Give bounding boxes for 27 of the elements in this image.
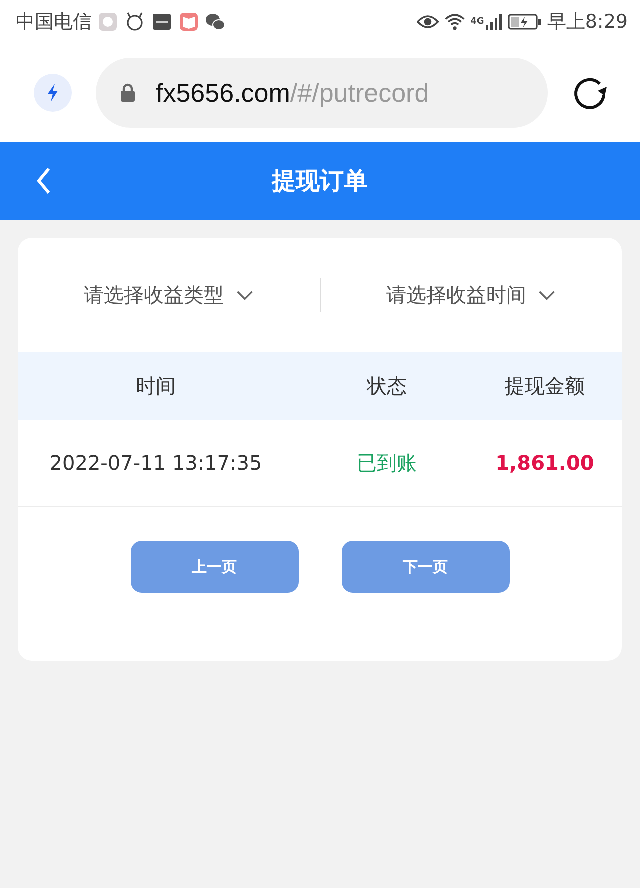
bolt-button[interactable] — [34, 74, 72, 112]
chevron-down-icon — [538, 290, 556, 300]
battery-icon — [508, 13, 542, 31]
filter-dropdown[interactable]: 请选择收益类型 — [18, 282, 320, 308]
app-icon — [97, 12, 119, 32]
chat-icon — [205, 12, 227, 32]
app-icon — [151, 12, 173, 32]
lightning-icon — [46, 83, 60, 103]
table-cell-text: 2022-07-11 13:17:35 — [48, 451, 264, 475]
back-icon[interactable] — [36, 167, 52, 195]
table-cell-text: 1,861.00 — [494, 451, 596, 475]
carrier-name: 中国电信 — [16, 10, 92, 35]
book-icon — [178, 12, 200, 32]
wifi-icon — [444, 12, 466, 32]
column-header: 时间 — [135, 372, 177, 400]
network-label: 4G — [470, 17, 484, 27]
chevron-down-icon — [236, 290, 254, 300]
filter-dropdown[interactable]: 请选择收益时间 — [320, 282, 622, 308]
lock-icon — [120, 83, 136, 103]
signal-icon — [485, 13, 504, 31]
url-text: fx5656.com/#/putrecord — [156, 78, 430, 108]
status-text: 已到账 — [356, 450, 418, 476]
page-title: 提现订单 — [272, 166, 368, 197]
column-header: 状态 — [366, 372, 408, 400]
column-header: 提现金额 — [504, 372, 586, 400]
address-bar[interactable]: fx5656.com/#/putrecord — [96, 58, 548, 128]
clock-time: 早上8:29 — [547, 10, 628, 35]
